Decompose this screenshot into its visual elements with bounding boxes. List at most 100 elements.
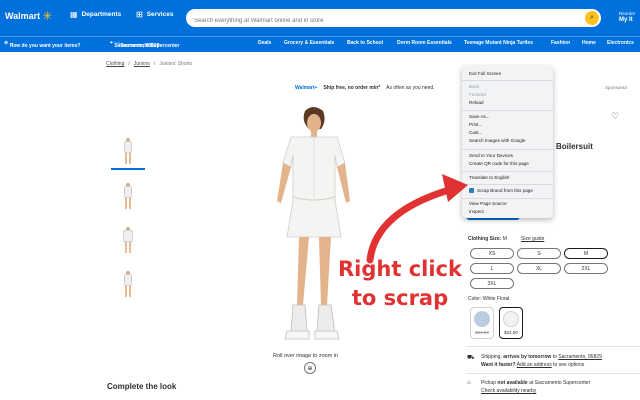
store-label: Sacramento Supercenter <box>120 43 180 49</box>
color-swatch-selected[interactable]: $24.50 <box>499 307 523 339</box>
departments-button[interactable]: ▦ Departments <box>70 10 121 19</box>
delivery-prompt-label: How do you want your items? <box>9 43 81 49</box>
size-selected: M <box>502 236 507 242</box>
menu-separator <box>462 149 553 150</box>
store-icon: ⌂ <box>467 380 471 386</box>
ship-free-text: Ship free, no order min* <box>323 85 381 91</box>
annotation-line-1: Right click <box>338 257 462 281</box>
pickup-info: Pickup not available at Sacramento Super… <box>481 379 590 395</box>
product-thumbnail[interactable] <box>111 224 145 258</box>
menu-item-exit-full-screen[interactable]: Exit Full Screen <box>469 71 501 76</box>
truck-icon: ⛟ <box>467 355 475 361</box>
menu-item-send-to-devices[interactable]: Send to Your Devices <box>469 153 513 158</box>
sponsored-label: Sponsored <box>605 85 627 90</box>
size-option-3xl[interactable]: 3XL <box>470 278 514 289</box>
shipping-when: arrives by tomorrow <box>503 354 552 360</box>
zoom-button[interactable]: ⊕ <box>304 362 316 374</box>
menu-item-save-as[interactable]: Save As... <box>469 114 490 119</box>
spark-icon: ✳ <box>42 9 53 23</box>
menu-item-scrap-brand-label: Scrap Brand from this page <box>477 188 533 193</box>
grid-icon: ▦ <box>70 10 78 19</box>
nav-link-fashion[interactable]: Fashion <box>551 40 570 46</box>
breadcrumb-sep: / <box>128 61 130 67</box>
nav-link-electronics[interactable]: Electronics <box>607 40 634 46</box>
departments-label: Departments <box>81 11 122 18</box>
thumbnail-image <box>121 271 135 299</box>
breadcrumb-current: Juniors' Shorts <box>159 61 193 67</box>
menu-item-back[interactable]: Back <box>469 84 479 89</box>
swatch-price: $24.50 <box>475 330 489 335</box>
nav-link-back-to-school[interactable]: Back to School <box>347 40 383 46</box>
pickup-at: at Sacramento Supercenter <box>529 380 591 386</box>
color-swatch[interactable]: $24.50 <box>470 307 494 339</box>
nav-link-home[interactable]: Home <box>582 40 596 46</box>
shipping-city-link[interactable]: Sacramento, 95829 <box>558 354 602 360</box>
menu-item-search-images[interactable]: Search Images with Google <box>469 138 525 143</box>
menu-item-reload[interactable]: Reload <box>469 100 484 105</box>
delivery-prompt[interactable]: ⊕ How do you want your items? ⌄ <box>4 40 80 49</box>
annotation-line-2: to scrap <box>351 286 449 310</box>
breadcrumb-clothing[interactable]: Clothing <box>106 61 124 67</box>
zoom-hint: Roll over image to zoom in <box>273 353 339 359</box>
divider <box>466 346 640 347</box>
walmart-plus-banner[interactable]: Walmart+ Ship free, no order min* As oft… <box>295 85 435 91</box>
menu-separator <box>462 80 553 81</box>
breadcrumb-juniors[interactable]: Juniors <box>134 61 150 67</box>
nav-link-grocery[interactable]: Grocery & Essentials <box>284 40 334 46</box>
shipping-prefix: Shipping, <box>481 354 502 360</box>
menu-item-print[interactable]: Print... <box>469 122 482 127</box>
services-icon: ⊞ <box>136 10 143 19</box>
size-option-xl[interactable]: XL <box>517 263 561 274</box>
walmart-logo[interactable]: Walmart ✳ <box>5 9 53 23</box>
want-faster: Want it faster? <box>481 362 516 368</box>
add-address-link[interactable]: Add an address <box>517 362 552 368</box>
breadcrumb: Clothing / Juniors / Juniors' Shorts <box>106 61 192 67</box>
nav-link-tmnt[interactable]: Teenage Mutant Ninja Turtles <box>464 40 533 46</box>
size-option-2xl[interactable]: 2XL <box>564 263 608 274</box>
product-thumbnail[interactable] <box>111 180 145 214</box>
menu-item-create-qr[interactable]: Create QR code for this page <box>469 161 529 166</box>
annotation-text: Right click to scrap <box>330 255 470 313</box>
services-button[interactable]: ⊞ Services <box>136 10 173 19</box>
swatch-color <box>474 311 490 327</box>
favorite-heart-icon[interactable]: ♡ <box>611 111 619 122</box>
menu-separator <box>462 110 553 111</box>
sub-navigation: ⊕ How do you want your items? ⌄ ⌖ Sacram… <box>0 36 640 52</box>
search-input[interactable] <box>186 12 576 30</box>
shipping-to: to <box>552 354 557 360</box>
size-guide-link[interactable]: Size guide <box>521 236 544 242</box>
walmart-plus-logo: Walmart+ <box>295 85 318 91</box>
breadcrumb-sep: / <box>153 61 156 67</box>
see-options: to see options <box>553 362 585 368</box>
banner-tail-text: As often as you need. <box>386 85 435 91</box>
product-thumbnail[interactable] <box>111 268 145 302</box>
services-label: Services <box>146 11 174 18</box>
size-option-s[interactable]: S <box>517 248 561 259</box>
check-nearby-link[interactable]: Check availability nearby <box>481 388 536 394</box>
reorder-account[interactable]: Reorder My It <box>619 11 635 23</box>
thumbnail-image <box>121 138 135 166</box>
zoom-icon: ⊕ <box>307 365 313 372</box>
pickup-prefix: Pickup <box>481 380 497 386</box>
complete-the-look-heading: Complete the look <box>107 382 177 391</box>
logo-text: Walmart <box>5 11 41 21</box>
divider <box>466 373 640 374</box>
thumbnail-image <box>121 183 135 211</box>
location-selector[interactable]: ⌖ Sacramento, 95829 · ⌂ Sacramento Super… <box>110 40 180 49</box>
search-button[interactable]: ⌕ <box>585 11 599 25</box>
swatch-color <box>503 311 519 327</box>
product-thumbnail[interactable] <box>111 136 145 170</box>
thumbnail-image <box>121 227 135 255</box>
shipping-info: Shipping, arrives by tomorrow to Sacrame… <box>481 353 602 369</box>
search-icon: ⌕ <box>590 14 594 21</box>
menu-item-forward[interactable]: Forward <box>469 92 486 97</box>
color-label: Color: White Floral <box>468 296 509 302</box>
menu-item-cast[interactable]: Cast... <box>469 130 482 135</box>
search-bar: ⌕ <box>186 9 601 30</box>
nav-link-deals[interactable]: Deals <box>258 40 271 46</box>
color-value: White Floral <box>482 296 510 302</box>
swatch-price: $24.50 <box>504 330 518 335</box>
size-option-m[interactable]: M <box>564 248 608 259</box>
product-title: Boilersuit <box>556 142 593 151</box>
nav-link-dorm-room[interactable]: Dorm Room Essentials <box>397 40 452 46</box>
